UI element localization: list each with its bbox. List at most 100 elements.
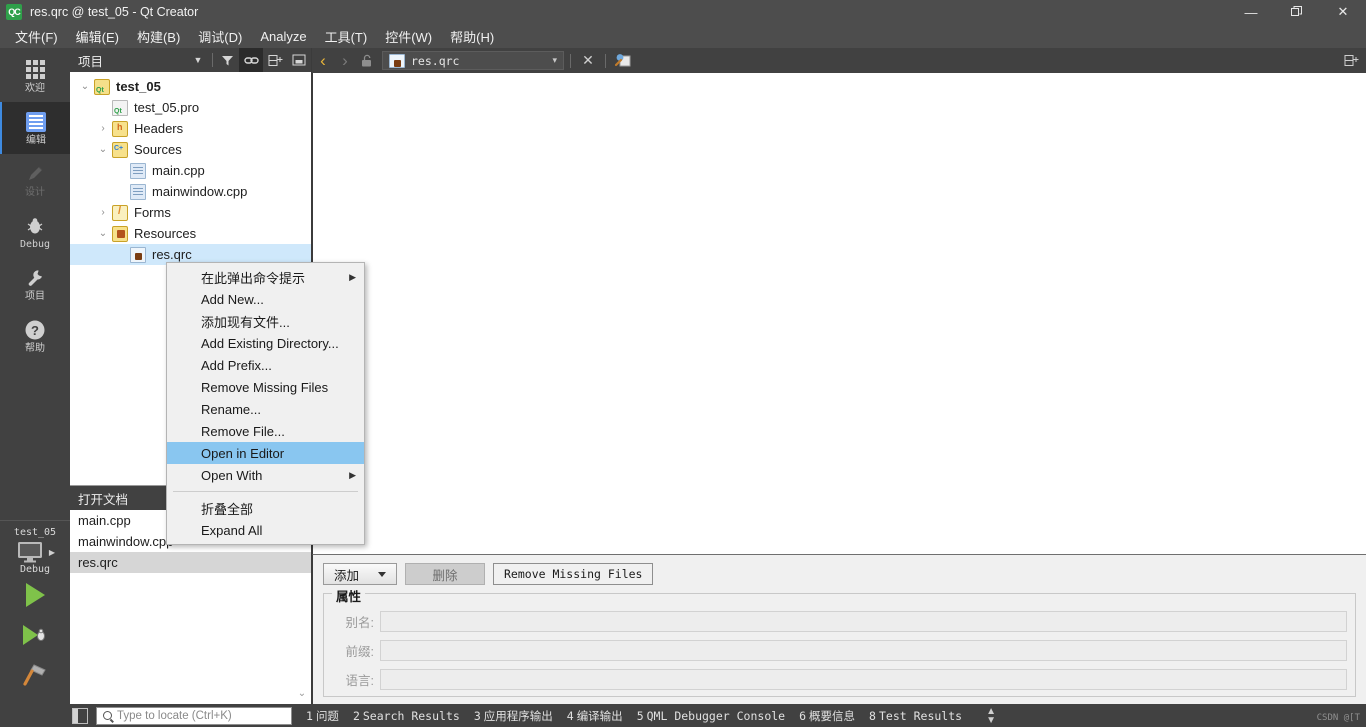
watermark-label: CSDN @[T xyxy=(1316,713,1360,723)
mode-welcome[interactable]: 欢迎 xyxy=(0,50,70,102)
tree-row-forms[interactable]: › Forms xyxy=(70,202,311,223)
chevron-down-icon[interactable]: ⌄ xyxy=(94,228,112,239)
chevron-right-icon[interactable]: › xyxy=(94,207,112,218)
tree-row-main-cpp[interactable]: main.cpp xyxy=(70,160,311,181)
context-menu-item-add-prefix[interactable]: Add Prefix... xyxy=(167,354,364,376)
mode-design-label: 设计 xyxy=(25,186,45,198)
context-menu-item-open-in-editor[interactable]: Open in Editor xyxy=(167,442,364,464)
kit-selector[interactable]: ▶ Debug xyxy=(0,538,70,575)
context-menu-item-remove-missing-files[interactable]: Remove Missing Files xyxy=(167,376,364,398)
maximize-button[interactable] xyxy=(1274,0,1320,24)
context-menu-item-rename[interactable]: Rename... xyxy=(167,398,364,420)
context-menu-label: Open With xyxy=(201,467,263,483)
panel-selector-chevron-down-icon[interactable]: ▼ xyxy=(186,48,210,72)
tree-row-test_05[interactable]: ⌄ test_05 xyxy=(70,76,311,97)
build-button[interactable] xyxy=(0,655,70,695)
mode-edit[interactable]: 编辑 xyxy=(0,102,70,154)
qt-pro-file-icon xyxy=(112,99,128,116)
navigate-back-button[interactable]: ‹ xyxy=(312,48,334,73)
scroll-down-arrow-icon[interactable]: ⌄ xyxy=(294,684,310,702)
minimize-button[interactable]: — xyxy=(1228,0,1274,24)
split-editor-button[interactable] xyxy=(1336,48,1366,73)
chevron-down-icon[interactable]: ⌄ xyxy=(94,144,112,155)
mode-help[interactable]: ? 帮助 xyxy=(0,310,70,362)
add-button-label: 添加 xyxy=(334,568,360,583)
remove-button[interactable]: 删除 xyxy=(405,563,485,585)
navigate-forward-button[interactable]: › xyxy=(334,48,356,73)
menu-help[interactable]: 帮助(H) xyxy=(441,25,503,48)
tree-row-headers[interactable]: › Headers xyxy=(70,118,311,139)
split-add-icon[interactable] xyxy=(263,48,287,72)
context-menu-item-remove-file[interactable]: Remove File... xyxy=(167,420,364,442)
menu-window[interactable]: 控件(W) xyxy=(376,25,441,48)
headers-folder-icon xyxy=(112,120,128,137)
close-button[interactable]: ✕ xyxy=(1320,0,1366,24)
output-tab-application-output[interactable]: 3 应用程序输出 xyxy=(474,708,553,724)
prefix-field[interactable] xyxy=(380,639,1347,661)
tree-row-sources[interactable]: ⌄ Sources xyxy=(70,139,311,160)
context-menu-label: 在此弹出命令提示 xyxy=(201,270,306,286)
project-panel-title: 项目 xyxy=(78,54,104,69)
window-controls: — ✕ xyxy=(1228,0,1366,24)
unlocked-padlock-icon[interactable] xyxy=(356,48,378,73)
language-field[interactable] xyxy=(380,668,1347,690)
chevron-right-icon[interactable]: › xyxy=(94,123,112,134)
context-menu-label: 添加现有文件... xyxy=(201,314,290,330)
output-tab-test-results[interactable]: 8 Test Results xyxy=(869,709,962,723)
close-document-button[interactable]: ✕ xyxy=(577,48,599,73)
context-menu-item-expand-all[interactable]: Expand All xyxy=(167,519,364,541)
chevron-down-icon[interactable]: ▾ xyxy=(552,55,557,66)
output-pane-updown-button[interactable]: ▲ ▼ xyxy=(986,706,996,725)
context-menu-label: Add Prefix... xyxy=(201,357,272,373)
mode-debug[interactable]: Debug xyxy=(0,206,70,258)
context-menu-item-collapse-all[interactable]: 折叠全部 xyxy=(167,497,364,519)
output-tab-general-messages[interactable]: 6 概要信息 xyxy=(799,708,855,724)
menu-debug[interactable]: 调试(D) xyxy=(189,25,251,48)
tree-row-mainwindow-cpp[interactable]: mainwindow.cpp xyxy=(70,181,311,202)
context-menu-label: Add Existing Directory... xyxy=(201,335,339,351)
resource-editor-icon[interactable] xyxy=(612,48,634,73)
menu-analyze[interactable]: Analyze xyxy=(251,27,315,46)
context-menu-item-open-terminal[interactable]: 在此弹出命令提示 ▶ xyxy=(167,266,364,288)
menu-tools[interactable]: 工具(T) xyxy=(316,25,377,48)
context-menu-item-add-existing-directory[interactable]: Add Existing Directory... xyxy=(167,332,364,354)
toggle-sidebar-button[interactable] xyxy=(72,707,88,724)
tree-row-test_05-pro[interactable]: test_05.pro xyxy=(70,97,311,118)
minimize-panel-icon[interactable] xyxy=(287,48,311,72)
context-menu[interactable]: 在此弹出命令提示 ▶ Add New... 添加现有文件... Add Exis… xyxy=(166,262,365,545)
toolbar-divider xyxy=(570,53,571,68)
bug-icon xyxy=(24,215,46,237)
output-tab-search-results[interactable]: 2 Search Results xyxy=(353,709,460,723)
locator-input[interactable]: Type to locate (Ctrl+K) xyxy=(96,706,292,725)
menu-build[interactable]: 构建(B) xyxy=(128,25,189,48)
editor-file-combo[interactable]: res.qrc ▾ xyxy=(382,51,564,70)
mode-projects[interactable]: 项目 xyxy=(0,258,70,310)
mode-design[interactable]: 设计 xyxy=(0,154,70,206)
debug-button[interactable] xyxy=(0,615,70,655)
wrench-icon xyxy=(24,267,46,289)
context-menu-item-add-existing-files[interactable]: 添加现有文件... xyxy=(167,310,364,332)
context-menu-label: Remove Missing Files xyxy=(201,379,329,395)
add-button[interactable]: 添加 xyxy=(323,563,397,585)
context-menu-item-open-with[interactable]: Open With ▶ xyxy=(167,464,364,486)
project-tree[interactable]: ⌄ test_05 test_05.pro › Headers ⌄ Source… xyxy=(70,72,311,265)
run-button[interactable] xyxy=(0,575,70,615)
remove-missing-files-button[interactable]: Remove Missing Files xyxy=(493,563,654,585)
monitor-icon xyxy=(17,542,42,563)
output-tab-compile-output[interactable]: 4 编译输出 xyxy=(567,708,623,724)
alias-field[interactable] xyxy=(380,610,1347,632)
output-tab-issues[interactable]: 1 问题 xyxy=(306,708,339,724)
chevron-down-icon[interactable]: ⌄ xyxy=(76,81,94,92)
tree-row-resources[interactable]: ⌄ Resources xyxy=(70,223,311,244)
open-document-res-qrc[interactable]: res.qrc xyxy=(70,552,311,573)
qrc-file-icon xyxy=(130,246,146,263)
link-with-editor-icon[interactable] xyxy=(239,48,263,72)
filter-icon[interactable] xyxy=(215,48,239,72)
menu-file[interactable]: 文件(F) xyxy=(6,25,67,48)
editor-canvas[interactable] xyxy=(312,73,1366,554)
tree-label: main.cpp xyxy=(152,163,205,178)
context-menu-item-add-new[interactable]: Add New... xyxy=(167,288,364,310)
project-panel-header: 项目 ▼ xyxy=(70,48,311,72)
menu-edit[interactable]: 编辑(E) xyxy=(67,25,128,48)
output-tab-qml-debugger-console[interactable]: 5 QML Debugger Console xyxy=(637,709,785,723)
